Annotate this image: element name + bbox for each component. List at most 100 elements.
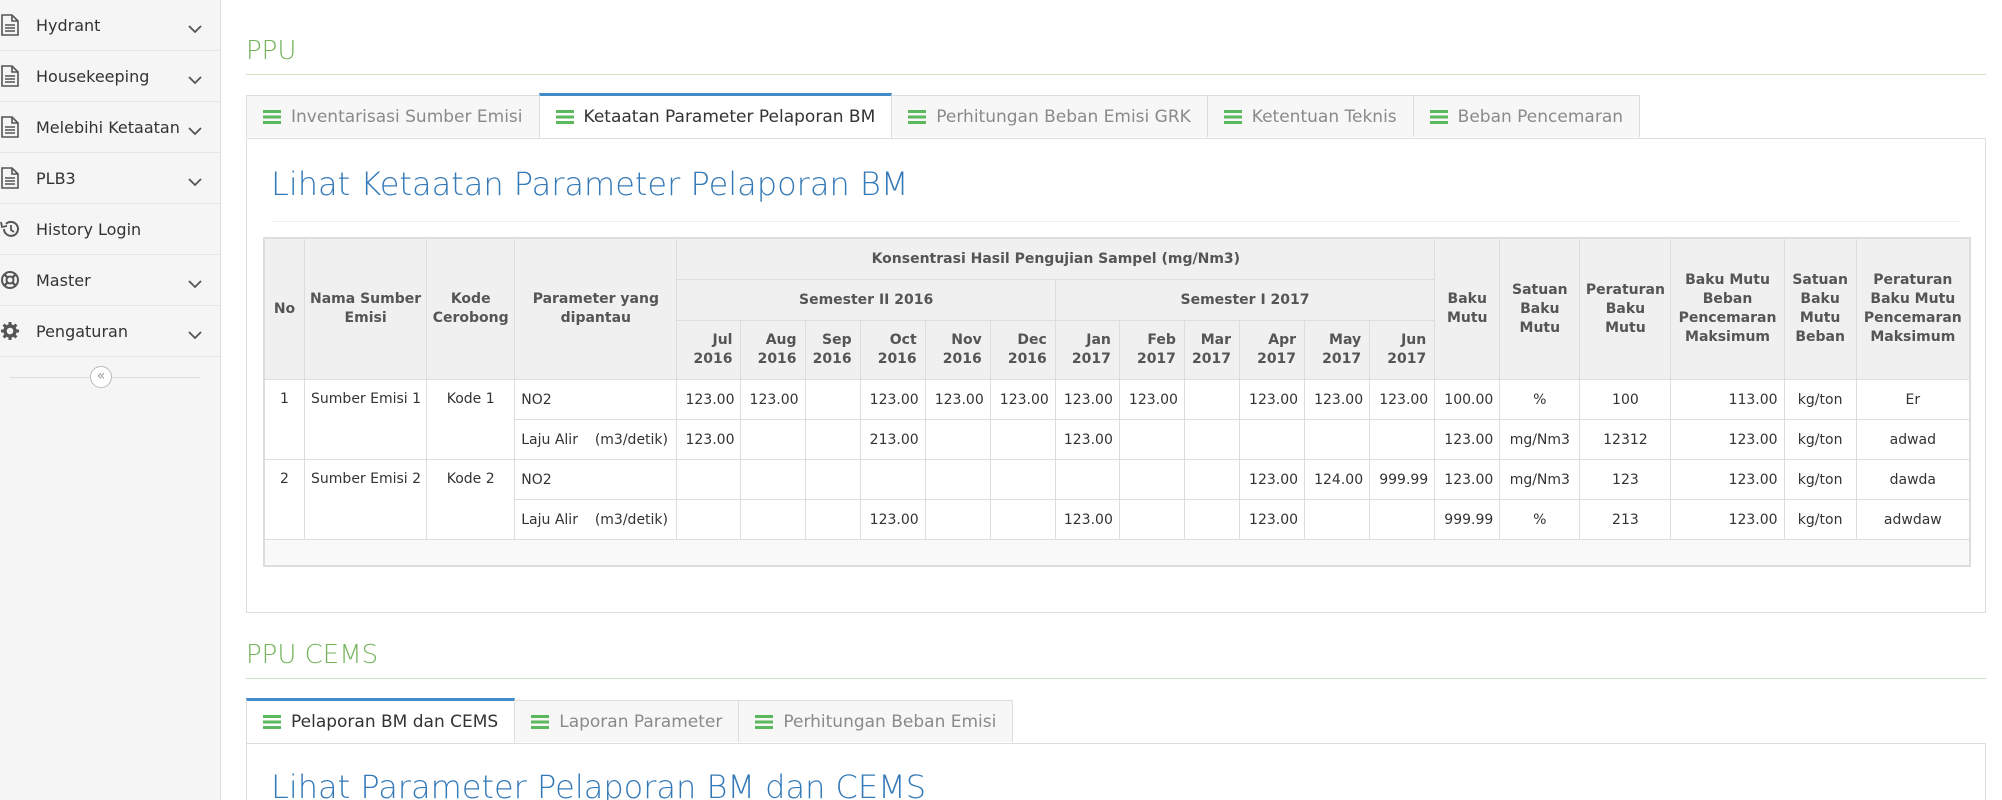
cell-bm-beban: 123.00 (1670, 419, 1785, 460)
sidebar-item-melebihi-ketaatan[interactable]: Melebihi Ketaatan (0, 102, 220, 153)
cell-value (676, 499, 742, 540)
col-header-peraturan-beban: Peraturan Baku Mutu Pencemaran Maksimum (1855, 238, 1971, 380)
collapse-sidebar-button[interactable]: « (90, 366, 112, 388)
section-title-ppu: PPU (246, 36, 297, 66)
cell-satuan: mg/Nm3 (1499, 419, 1581, 460)
sidebar-item-label: Melebihi Ketaatan (36, 117, 180, 137)
tab-beban-pencemaran[interactable]: Beban Pencemaran (1412, 95, 1641, 137)
month-label: Sep (822, 332, 852, 348)
cell-value (989, 459, 1056, 500)
year-label: 2016 (812, 351, 852, 367)
cell-peraturan-beban: adwdaw (1855, 499, 1971, 540)
col-header-month: Oct 2016 (859, 320, 926, 380)
chevron-down-icon (188, 70, 202, 85)
sidebar-item-history-login[interactable]: History Login (0, 204, 220, 255)
chevron-down-icon (188, 19, 202, 34)
sidebar-item-plb3[interactable]: PLB3 (0, 153, 220, 204)
col-header-month: Jun 2017 (1369, 320, 1436, 380)
ketaatan-table-wrapper: No Nama Sumber Emisi Kode Cerobong Param… (263, 237, 1971, 567)
ketaatan-table: No Nama Sumber Emisi Kode Cerobong Param… (263, 238, 1971, 566)
cell-value (740, 499, 806, 540)
cell-value (1183, 499, 1240, 540)
section-divider (246, 678, 1986, 679)
cell-baku-mutu: 123.00 (1434, 419, 1501, 460)
col-header-month: Jan 2017 (1054, 320, 1120, 380)
table-footer-row (264, 539, 1970, 566)
col-header-parameter: Parameter yang dipantau (514, 238, 678, 380)
menu-bars-icon (263, 715, 291, 729)
cell-laju-alir: Laju Alir (514, 499, 589, 540)
tab-ketaatan-parameter-pelaporan-bm[interactable]: Ketaatan Parameter Pelaporan BM (538, 93, 893, 138)
cell-value: 123.00 (1054, 419, 1120, 460)
cell-value: 999.99 (1369, 459, 1436, 500)
table-row: Laju Alir (m3/detik) 123.00 123.00 123.00 999… (265, 499, 1971, 540)
menu-bars-icon (908, 109, 936, 124)
cell-parameter: NO2 (514, 459, 678, 500)
year-label: 2016 (757, 351, 797, 367)
cell-value (924, 499, 991, 540)
tab-ketentuan-teknis[interactable]: Ketentuan Teknis (1206, 95, 1414, 137)
sidebar-item-label: Master (36, 270, 91, 290)
tab-pelaporan-bm-dan-cems[interactable]: Pelaporan BM dan CEMS (246, 698, 516, 743)
year-label: 2016 (877, 351, 917, 367)
table-row: 1 Sumber Emisi 1 Kode 1 NO2 123.00 123.00 123.… (263, 379, 1971, 460)
cell-bm-beban: 123.00 (1670, 499, 1785, 540)
cell-value: 213.00 (859, 419, 926, 460)
menu-bars-icon (531, 714, 559, 729)
cell-value (1118, 499, 1185, 540)
sidebar-item-label: Hydrant (36, 15, 101, 35)
sidebar-collapse-row: « (0, 357, 220, 397)
panel-divider (271, 221, 1961, 222)
cell-value: 123.00 (676, 419, 742, 460)
col-header-month: Jul 2016 (676, 320, 742, 380)
panel-title: Lihat Ketaatan Parameter Pelaporan BM (271, 165, 909, 203)
cell-value (1118, 459, 1185, 500)
menu-bars-icon (263, 109, 291, 124)
year-label: 2016 (1007, 351, 1047, 367)
cell-satuan-beban: kg/ton (1783, 459, 1857, 500)
col-header-bm-beban: Baku Mutu Beban Pencemaran Maksimum (1670, 238, 1785, 380)
section-title-ppu-cems: PPU CEMS (246, 640, 379, 670)
col-header-no: No (263, 238, 306, 380)
cell-value: 123.00 (859, 379, 926, 420)
cell-kode-cerobong: Kode 1 (426, 379, 516, 460)
cell-peraturan: 213 (1579, 499, 1672, 540)
sidebar-item-pengaturan[interactable]: Pengaturan (0, 306, 220, 357)
tab-label: Ketentuan Teknis (1251, 106, 1397, 127)
month-label: May (1329, 332, 1362, 348)
col-header-month: Nov 2016 (924, 320, 991, 380)
col-header-month: Sep 2016 (804, 320, 861, 380)
tab-laporan-parameter[interactable]: Laporan Parameter (514, 700, 740, 742)
cell-value: 123.00 (1369, 379, 1436, 420)
sidebar-menu: Hydrant Housekeeping Melebihi Ketaatan PLB3… (0, 0, 220, 357)
month-label: Jan (1086, 332, 1111, 348)
tab-perhitungan-beban-emisi-grk[interactable]: Perhitungan Beban Emisi GRK (891, 95, 1208, 137)
col-header-kode: Kode Cerobong (426, 238, 516, 380)
table-row: Laju Alir (m3/detik) 123.00 213.00 123.00 123… (265, 419, 1971, 460)
year-label: 2017 (1192, 351, 1231, 367)
cell-value: 123.00 (1054, 499, 1120, 540)
col-header-month: Dec 2016 (989, 320, 1056, 380)
main-content: PPU Inventarisasi Sumber Emisi Ketaatan P… (222, 0, 2002, 800)
cell-baku-mutu: 100.00 (1434, 379, 1501, 420)
sidebar-item-label: PLB3 (36, 168, 76, 188)
sidebar-item-master[interactable]: Master (0, 255, 220, 306)
section-divider (246, 74, 1986, 75)
cell-value (924, 419, 991, 460)
file-icon (0, 14, 20, 36)
tab-perhitungan-beban-emisi[interactable]: Perhitungan Beban Emisi (738, 700, 1014, 742)
month-label: Apr (1268, 332, 1297, 348)
cell-value: 123.00 (676, 379, 742, 420)
cell-value (1054, 459, 1120, 500)
cell-satuan-beban: kg/ton (1783, 499, 1857, 540)
cell-satuan: % (1499, 379, 1581, 420)
tab-label: Beban Pencemaran (1457, 106, 1624, 127)
ppu-panel: Lihat Ketaatan Parameter Pelaporan BM No… (246, 138, 1986, 613)
table-row: 2 Sumber Emisi 2 Kode 2 NO2 123.00 124.00 999.… (263, 459, 1971, 540)
sidebar-item-hydrant[interactable]: Hydrant (0, 0, 220, 51)
tab-inventarisasi-sumber-emisi[interactable]: Inventarisasi Sumber Emisi (246, 95, 540, 137)
sidebar-item-housekeeping[interactable]: Housekeeping (0, 51, 220, 102)
tab-label: Perhitungan Beban Emisi (783, 711, 997, 732)
cell-value (676, 459, 742, 500)
cell-value (804, 419, 861, 460)
